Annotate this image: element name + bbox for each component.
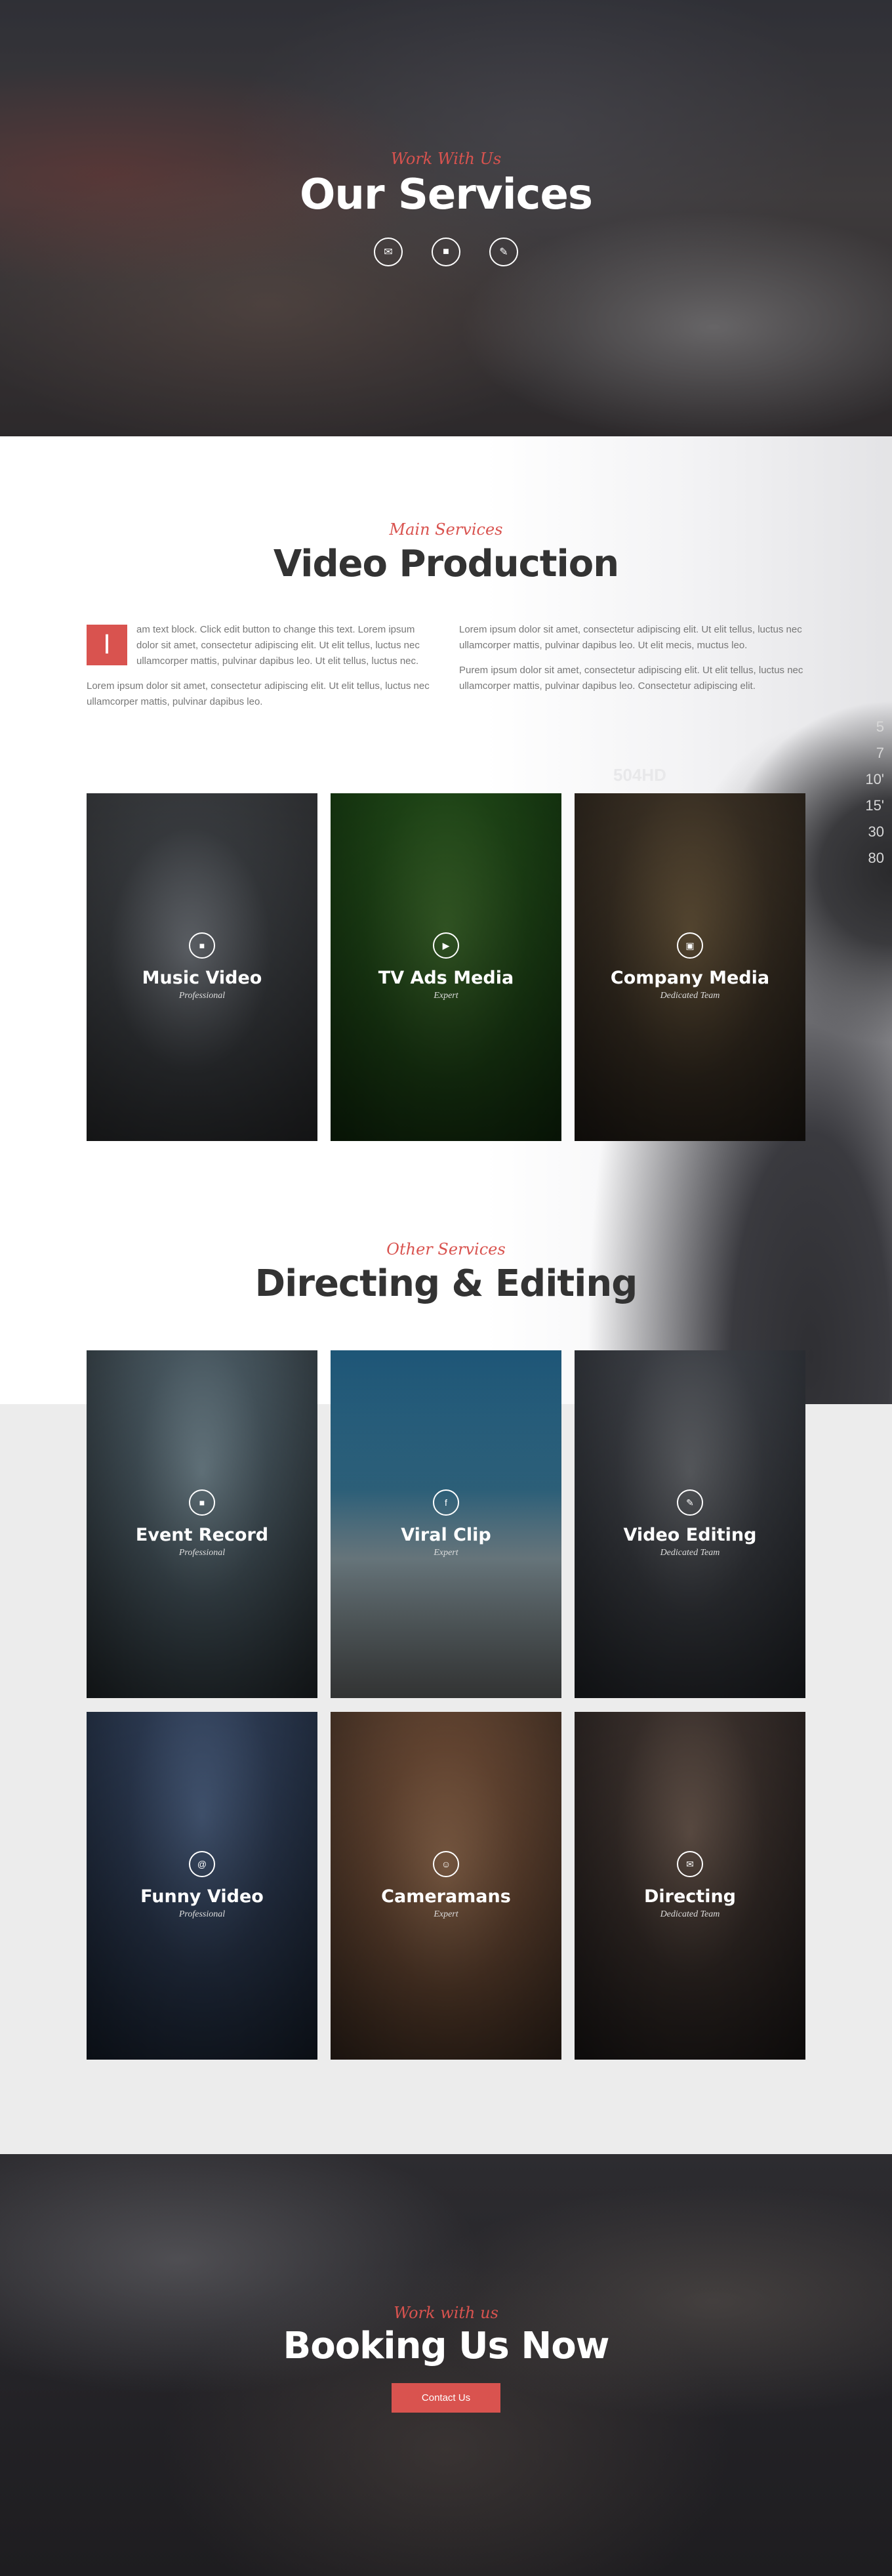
camera-icon[interactable]: ■ — [432, 238, 460, 266]
intro-paragraph: Lorem ipsum dolor sit amet, consectetur … — [459, 624, 802, 651]
service-card-funny-video[interactable]: @ Funny Video Professional — [87, 1712, 317, 2060]
booking-content: Work with us Booking Us Now Contact Us — [0, 2304, 892, 2413]
section-title: Video Production — [273, 543, 619, 585]
megaphone-icon[interactable]: ✉ — [374, 238, 403, 266]
pen-icon: ✎ — [677, 1489, 703, 1516]
page-title: Our Services — [300, 171, 593, 219]
card-content: f Viral Clip Expert — [331, 1489, 561, 1558]
service-card-event-record[interactable]: ■ Event Record Professional — [87, 1350, 317, 1698]
card-title: Company Media — [610, 968, 770, 988]
service-card-directing[interactable]: ✉ Directing Dedicated Team — [575, 1712, 805, 2060]
services-page: Work With Us Our Services ✉ ■ ✎ 5 7 10' … — [0, 0, 892, 2576]
lens-scale-mark: 30 — [868, 823, 884, 840]
intro-paragraph: Purem ipsum dolor sit amet, consectetur … — [459, 665, 803, 692]
video-production-header: Main Services Video Production — [0, 520, 892, 585]
service-card-cameramans[interactable]: ☺ Cameramans Expert — [331, 1712, 561, 2060]
card-subtitle: Expert — [434, 991, 458, 1001]
facebook-icon: f — [433, 1489, 459, 1516]
card-title: Cameramans — [381, 1886, 511, 1907]
dropcap-letter: I — [87, 625, 127, 665]
card-subtitle: Expert — [434, 1548, 458, 1558]
card-subtitle: Professional — [178, 991, 226, 1001]
card-subtitle: Dedicated Team — [660, 1909, 720, 1919]
section-kicker: Main Services — [389, 520, 503, 539]
lens-scale: 5 7 10' 15' 30 80 — [845, 718, 884, 876]
megaphone-icon: ✉ — [677, 1851, 703, 1877]
video-icon: ■ — [189, 932, 215, 959]
card-subtitle: Dedicated Team — [660, 991, 720, 1001]
section-kicker: Other Services — [386, 1240, 506, 1258]
contact-us-button[interactable]: Contact Us — [391, 2383, 501, 2413]
card-title: TV Ads Media — [378, 968, 514, 988]
hero-kicker: Work With Us — [390, 150, 502, 168]
film-icon: ▣ — [677, 932, 703, 959]
card-title: Funny Video — [140, 1886, 264, 1907]
section-title: Directing & Editing — [254, 1262, 638, 1305]
card-subtitle: Professional — [178, 1548, 226, 1558]
play-icon: ▶ — [433, 932, 459, 959]
lens-scale-mark: 7 — [876, 745, 884, 761]
lens-scale-mark: 80 — [868, 850, 884, 866]
card-content: ■ Music Video Professional — [87, 932, 317, 1001]
card-title: Directing — [643, 1886, 736, 1907]
pen-icon[interactable]: ✎ — [489, 238, 518, 266]
hero-section: Work With Us Our Services ✉ ■ ✎ — [0, 0, 892, 436]
booking-section: Work with us Booking Us Now Contact Us — [0, 2154, 892, 2576]
service-card-viral-clip[interactable]: f Viral Clip Expert — [331, 1350, 561, 1698]
intro-column-left: Iam text block. Click edit button to cha… — [87, 622, 433, 710]
intro-column-right: Lorem ipsum dolor sit amet, consectetur … — [459, 622, 805, 710]
user-icon: ☺ — [433, 1851, 459, 1877]
intro-paragraph-text: am text block. Click edit button to chan… — [136, 624, 420, 667]
card-content: ✎ Video Editing Dedicated Team — [575, 1489, 805, 1558]
card-title: Viral Clip — [401, 1525, 491, 1545]
card-subtitle: Expert — [434, 1909, 458, 1919]
service-card-music-video[interactable]: ■ Music Video Professional — [87, 793, 317, 1141]
intro-paragraph: Iam text block. Click edit button to cha… — [87, 622, 433, 669]
service-card-video-editing[interactable]: ✎ Video Editing Dedicated Team — [575, 1350, 805, 1698]
service-card-tv-ads-media[interactable]: ▶ TV Ads Media Expert — [331, 793, 561, 1141]
card-content: ☺ Cameramans Expert — [331, 1851, 561, 1920]
card-title: Event Record — [135, 1525, 269, 1545]
card-content: ▶ TV Ads Media Expert — [331, 932, 561, 1001]
service-card-company-media[interactable]: ▣ Company Media Dedicated Team — [575, 793, 805, 1141]
lens-scale-mark: 15' — [865, 797, 884, 814]
card-content: @ Funny Video Professional — [87, 1851, 317, 1920]
booking-kicker: Work with us — [394, 2304, 498, 2322]
card-content: ▣ Company Media Dedicated Team — [575, 932, 805, 1001]
card-title: Music Video — [142, 968, 262, 988]
card-subtitle: Dedicated Team — [660, 1548, 720, 1558]
lens-scale-mark: 10' — [865, 771, 884, 787]
camera-model-label: 504HD — [613, 765, 666, 785]
card-content: ✉ Directing Dedicated Team — [575, 1851, 805, 1920]
video-icon: ■ — [189, 1489, 215, 1516]
directing-editing-header: Other Services Directing & Editing — [0, 1240, 892, 1305]
at-icon: @ — [189, 1851, 215, 1877]
hero-content: Work With Us Our Services ✉ ■ ✎ — [0, 150, 892, 266]
intro-text-block: Iam text block. Click edit button to cha… — [87, 622, 805, 710]
hero-icon-row: ✉ ■ ✎ — [0, 238, 892, 266]
card-title: Video Editing — [623, 1525, 757, 1545]
card-content: ■ Event Record Professional — [87, 1489, 317, 1558]
card-subtitle: Professional — [178, 1909, 226, 1919]
intro-paragraph: Lorem ipsum dolor sit amet, consectetur … — [87, 680, 430, 707]
booking-title: Booking Us Now — [283, 2325, 610, 2367]
lens-scale-mark: 5 — [876, 718, 884, 735]
